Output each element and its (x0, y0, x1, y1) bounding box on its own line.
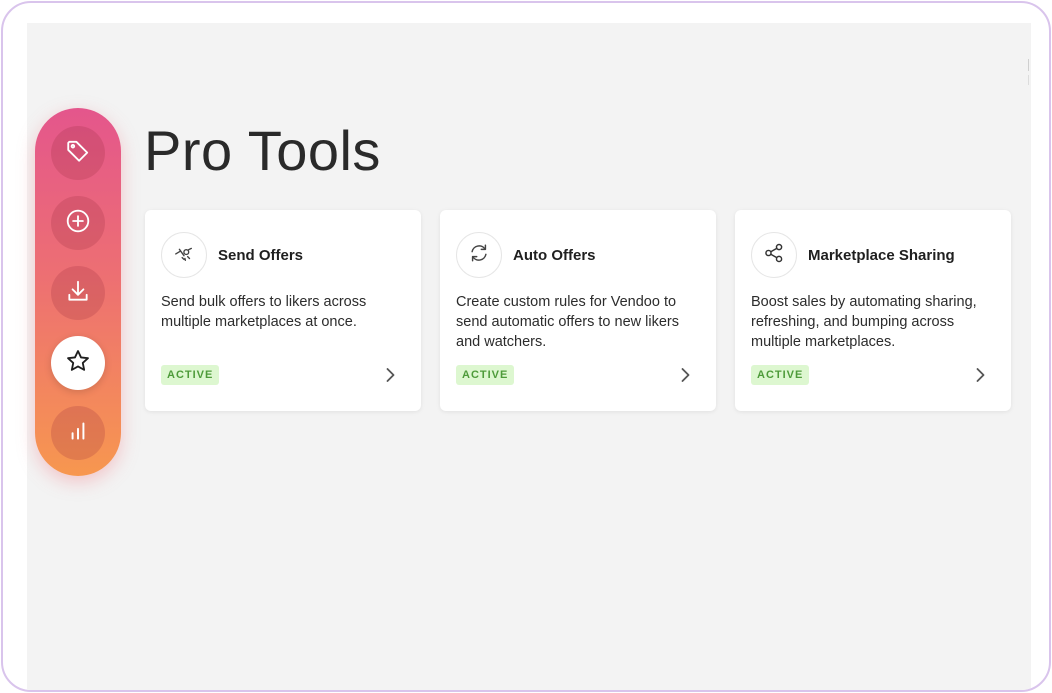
card-title: Marketplace Sharing (808, 247, 955, 264)
card-marketplace-sharing[interactable]: Marketplace Sharing Boost sales by autom… (735, 210, 1011, 411)
bar-chart-icon (65, 418, 91, 449)
card-description: Create custom rules for Vendoo to send a… (456, 294, 679, 350)
edge-mark (1028, 75, 1029, 85)
status-badge: ACTIVE (161, 365, 220, 385)
sidebar-item-pro-tools[interactable] (51, 336, 105, 390)
card-description: Send bulk offers to likers across multip… (161, 294, 367, 330)
sidebar-item-tag[interactable] (51, 126, 105, 180)
card-icon-wrapper (161, 232, 207, 278)
refresh-icon (468, 242, 490, 269)
chevron-right-icon[interactable] (381, 366, 399, 384)
card-icon-wrapper (751, 232, 797, 278)
plus-circle-icon (65, 208, 91, 239)
sidebar-item-import[interactable] (51, 266, 105, 320)
status-badge: ACTIVE (751, 365, 810, 385)
tag-icon (65, 138, 91, 169)
download-icon (65, 278, 91, 309)
card-title: Send Offers (218, 247, 304, 264)
sidebar-item-analytics[interactable] (51, 406, 105, 460)
status-badge: ACTIVE (456, 365, 515, 385)
chevron-right-icon[interactable] (971, 366, 989, 384)
star-icon (65, 348, 91, 379)
card-icon-wrapper (456, 232, 502, 278)
send-offers-icon (173, 242, 195, 269)
edge-mark (1028, 59, 1029, 71)
page-title: Pro Tools (144, 119, 381, 182)
card-description: Boost sales by automating sharing, refre… (751, 294, 977, 350)
share-icon (763, 242, 785, 269)
sidebar-item-add[interactable] (51, 196, 105, 250)
chevron-right-icon[interactable] (676, 366, 694, 384)
card-title: Auto Offers (513, 247, 596, 264)
card-send-offers[interactable]: Send Offers Send bulk offers to likers a… (145, 210, 421, 411)
card-auto-offers[interactable]: Auto Offers Create custom rules for Vend… (440, 210, 716, 411)
sidebar-nav (35, 108, 121, 476)
